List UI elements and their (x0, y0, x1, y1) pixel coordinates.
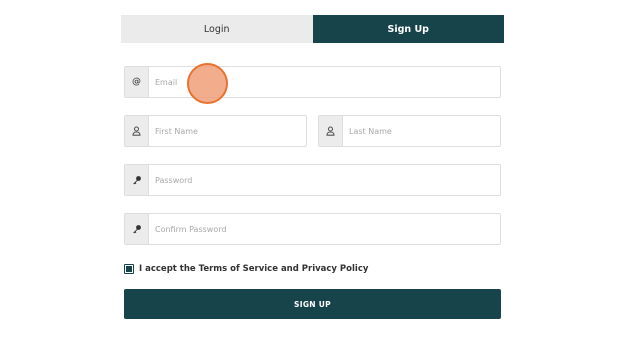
first-name-field (124, 115, 307, 147)
last-name-input[interactable] (343, 116, 500, 146)
email-field: @ (124, 66, 501, 98)
confirm-password-field (124, 213, 501, 245)
auth-tabs: Login Sign Up (121, 15, 504, 43)
click-indicator (187, 63, 228, 104)
at-icon: @ (125, 67, 149, 97)
confirm-password-input[interactable] (149, 214, 500, 244)
sign-up-button[interactable]: SIGN UP (124, 289, 501, 319)
first-name-input[interactable] (149, 116, 306, 146)
tab-login[interactable]: Login (121, 15, 313, 43)
terms-label[interactable]: I accept the Terms of Service and Privac… (139, 264, 368, 274)
key-icon (125, 165, 149, 195)
checkbox-check-icon (126, 266, 132, 272)
password-field (124, 164, 501, 196)
user-icon (319, 116, 343, 146)
terms-checkbox[interactable] (124, 264, 134, 274)
tab-signup[interactable]: Sign Up (312, 15, 504, 43)
signup-page: Login Sign Up @ Email First Name Last Na… (0, 0, 634, 355)
password-input[interactable] (149, 165, 500, 195)
user-icon (125, 116, 149, 146)
last-name-field (318, 115, 501, 147)
terms-row: I accept the Terms of Service and Privac… (124, 263, 368, 275)
key-icon (125, 214, 149, 244)
